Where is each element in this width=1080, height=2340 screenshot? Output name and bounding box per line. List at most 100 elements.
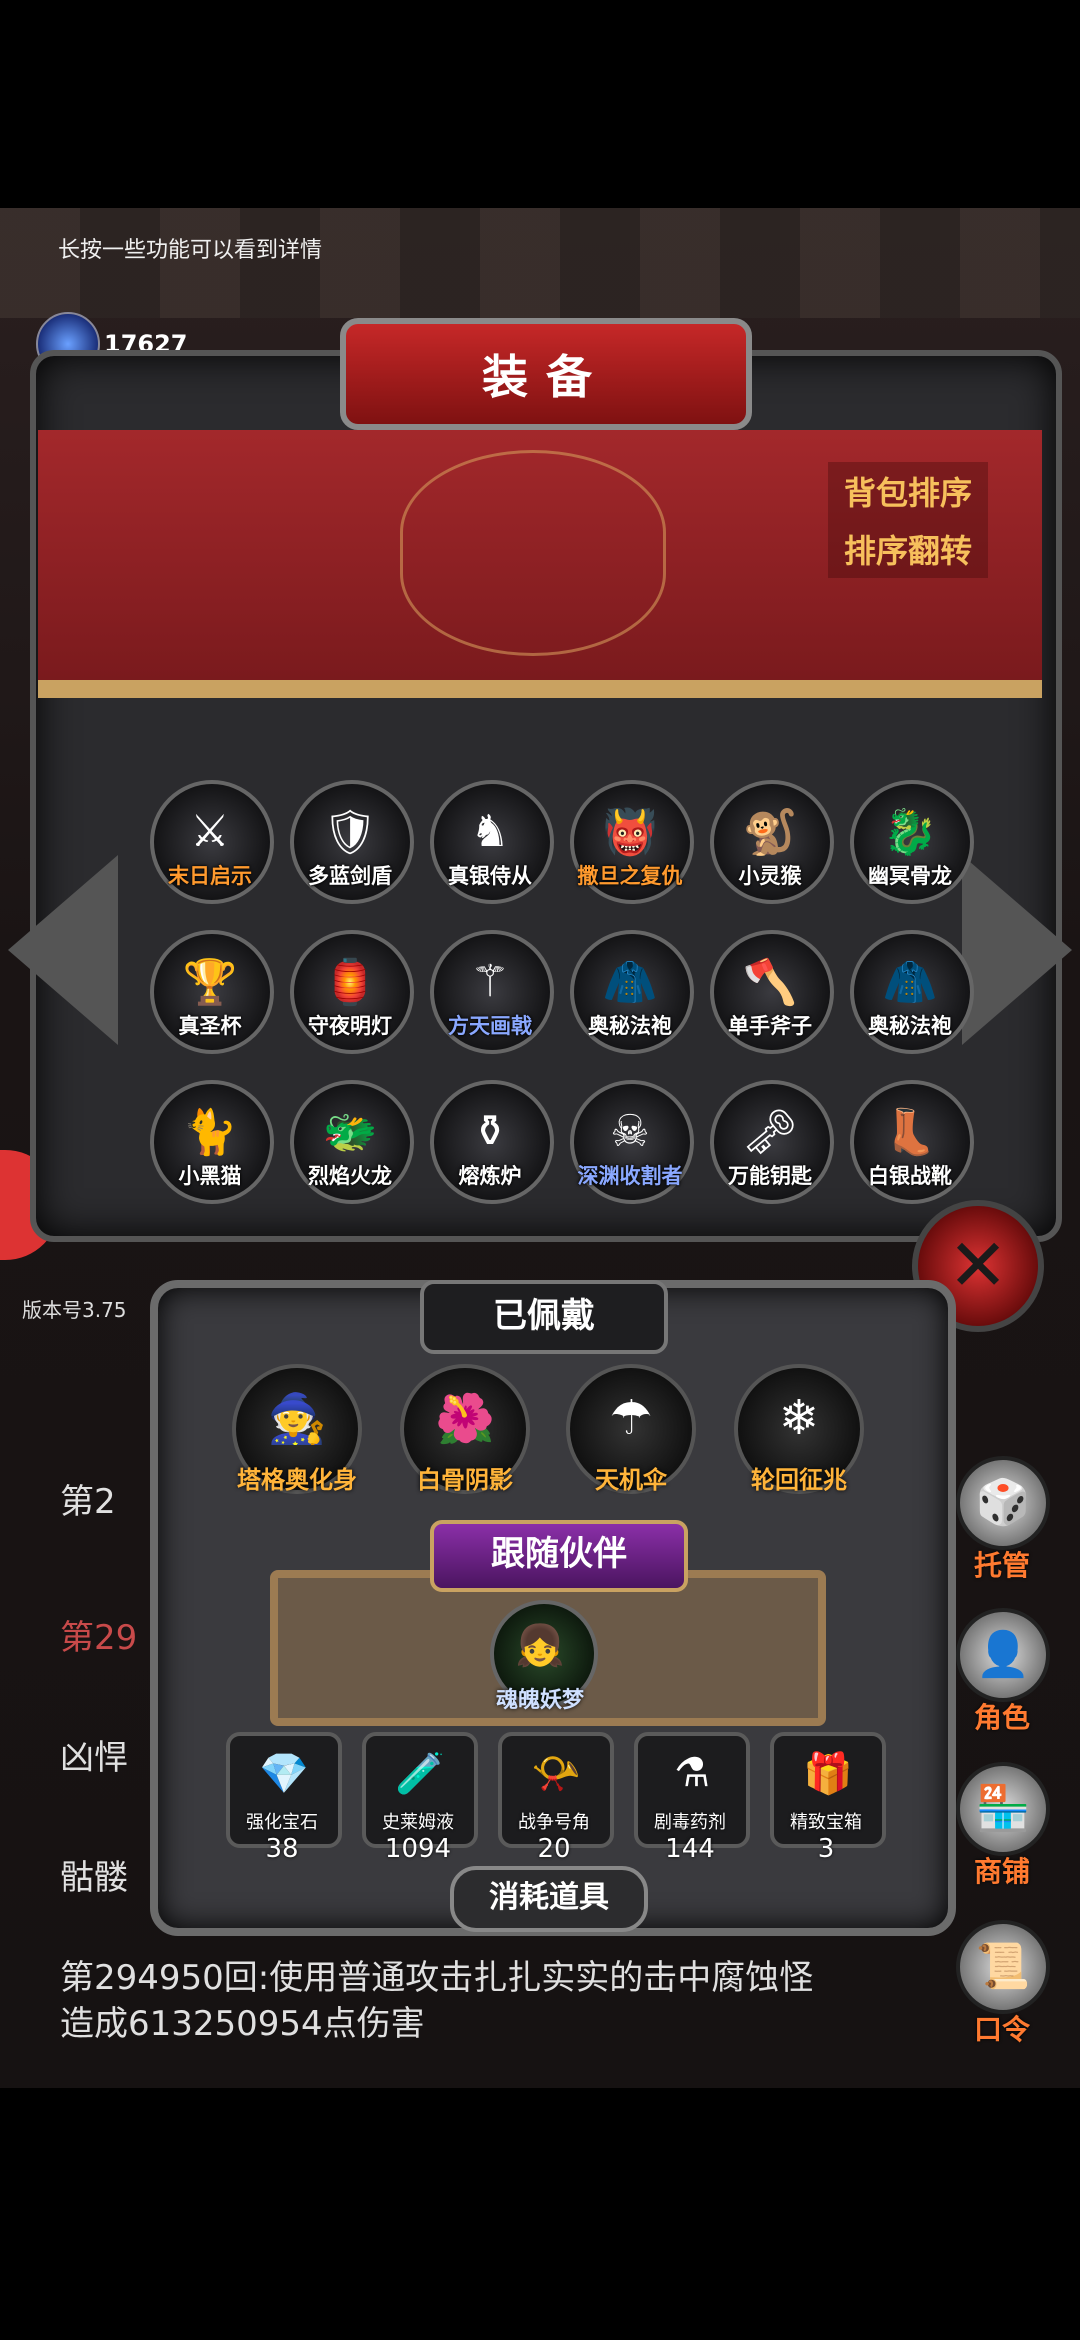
lantern-icon: 🏮 — [322, 957, 378, 1008]
item-slot[interactable]: 🐒 小灵猴 — [700, 780, 840, 920]
log-line: 第294950回:使用普通攻击扎扎实实的击中腐蚀怪 — [60, 1958, 814, 1998]
item-slot[interactable]: 👢 白银战靴 — [840, 1080, 980, 1220]
consumable-slot[interactable]: 📯 战争号角 20 — [494, 1732, 614, 1882]
horn-icon: 📯 — [531, 1751, 581, 1797]
item-label: 单手斧子 — [728, 1014, 812, 1038]
log-line: 骷髅 — [60, 1858, 128, 1898]
item-label: 白银战靴 — [868, 1164, 952, 1188]
hint-text: 长按一些功能可以看到详情 — [58, 238, 323, 263]
item-label: 多蓝剑盾 — [308, 864, 392, 888]
boots-icon: 👢 — [882, 1107, 938, 1158]
equipped-label: 白骨阴影 — [417, 1466, 513, 1494]
companion-icon: 👧 — [515, 1623, 565, 1669]
monkey-icon: 🐒 — [742, 807, 798, 858]
follow-title: 跟随伙伴 — [430, 1520, 688, 1592]
item-slot[interactable]: 👹 撒旦之复仇 — [560, 780, 700, 920]
equipped-slot[interactable]: ❄ 轮回征兆 — [734, 1364, 864, 1494]
shield-icon: 🛡 — [322, 807, 378, 858]
consumable-label: 史莱姆液 — [382, 1812, 454, 1833]
item-label: 烈焰火龙 — [308, 1164, 392, 1188]
menu-label: 商铺 — [973, 1855, 1030, 1888]
sort-bag-button[interactable]: 背包排序 — [828, 462, 989, 520]
halberd-icon: ⚔ — [190, 806, 230, 857]
equipped-slot[interactable]: 🌺 白骨阴影 — [400, 1364, 530, 1494]
item-slot[interactable]: 🗝 万能钥匙 — [700, 1080, 840, 1220]
item-slot[interactable]: 🪓 单手斧子 — [700, 930, 840, 1070]
consumable-slot[interactable]: 🧪 史莱姆液 1094 — [358, 1732, 478, 1882]
item-slot[interactable]: ⚔ 末日启示 — [140, 780, 280, 920]
menu-button-dice[interactable]: 🎲 托管 — [952, 1456, 1062, 1606]
log-line: 第2 — [60, 1482, 116, 1522]
menu-button-character[interactable]: 👤 角色 — [952, 1608, 1062, 1758]
avatar-icon: 🧙 — [267, 1391, 327, 1447]
equipped-slot[interactable]: ☂ 天机伞 — [566, 1364, 696, 1494]
umbrella-icon: ☂ — [609, 1390, 653, 1446]
robe-icon: 🧥 — [882, 957, 938, 1008]
reaper-icon: ☠ — [610, 1106, 650, 1157]
crossed-swords-emblem — [400, 450, 666, 656]
flip-sort-button[interactable]: 排序翻转 — [828, 520, 989, 578]
item-slot[interactable]: 🧥 奥秘法袍 — [840, 930, 980, 1070]
furnace-icon: ⚱ — [471, 1106, 509, 1157]
item-label: 方天画戟 — [448, 1014, 532, 1038]
item-slot[interactable]: 🐈 小黑猫 — [140, 1080, 280, 1220]
menu-button-shop[interactable]: 🏪 商铺 — [952, 1762, 1062, 1912]
panel-title: 装备 — [340, 318, 752, 430]
consumable-label: 战争号角 — [518, 1812, 590, 1833]
item-slot[interactable]: 🏆 真圣杯 — [140, 930, 280, 1070]
item-label: 守夜明灯 — [308, 1014, 392, 1038]
item-label: 撒旦之复仇 — [577, 864, 683, 888]
consumable-slot[interactable]: ⚗ 剧毒药剂 144 — [630, 1732, 750, 1882]
equipped-label: 轮回征兆 — [751, 1466, 847, 1494]
menu-label: 角色 — [973, 1701, 1030, 1734]
character-icon: 👤 — [956, 1608, 1050, 1702]
item-slot[interactable]: 🐉 幽冥骨龙 — [840, 780, 980, 920]
item-slot[interactable]: ⚚ 方天画戟 — [420, 930, 560, 1070]
item-slot[interactable]: 🐲 烈焰火龙 — [280, 1080, 420, 1220]
consumable-slot[interactable]: 💎 强化宝石 38 — [222, 1732, 342, 1882]
item-slot[interactable]: 🧥 奥秘法袍 — [560, 930, 700, 1070]
menu-button-scroll[interactable]: 📜 口令 — [952, 1920, 1062, 2070]
dice-icon: 🎲 — [956, 1456, 1050, 1550]
item-label: 真圣杯 — [178, 1014, 242, 1038]
item-slot[interactable]: 🛡 多蓝剑盾 — [280, 780, 420, 920]
item-slot[interactable]: 🏮 守夜明灯 — [280, 930, 420, 1070]
item-label: 熔炼炉 — [458, 1164, 522, 1188]
demon-icon: 👹 — [602, 807, 658, 858]
item-label: 末日启示 — [168, 864, 252, 888]
scroll-icon: 📜 — [956, 1920, 1050, 2014]
log-line: 凶悍 — [60, 1738, 128, 1778]
ice-staff-icon: ❄ — [778, 1390, 820, 1446]
item-label: 幽冥骨龙 — [868, 864, 952, 888]
equipped-label: 天机伞 — [595, 1466, 667, 1494]
consumable-label: 强化宝石 — [246, 1812, 318, 1833]
item-slot[interactable]: ☠ 深渊收割者 — [560, 1080, 700, 1220]
item-label: 奥秘法袍 — [588, 1014, 672, 1038]
consumable-count: 38 — [265, 1834, 299, 1864]
version-label: 版本号3.75 — [22, 1298, 127, 1322]
item-label: 奥秘法袍 — [868, 1014, 952, 1038]
item-slot[interactable]: ⚱ 熔炼炉 — [420, 1080, 560, 1220]
equipped-title: 已佩戴 — [420, 1280, 668, 1354]
consumable-label: 精致宝箱 — [790, 1812, 862, 1833]
item-label: 小黑猫 — [178, 1164, 242, 1188]
fire-dragon-icon: 🐲 — [322, 1107, 378, 1158]
log-line: 第29 — [60, 1618, 138, 1658]
robe-icon: 🧥 — [602, 957, 658, 1008]
chest-icon: 🎁 — [803, 1751, 853, 1797]
spear-icon: ⚚ — [470, 956, 510, 1007]
bone-dragon-icon: 🐉 — [882, 807, 938, 858]
equipped-label: 塔格奥化身 — [237, 1466, 357, 1494]
consumable-label: 剧毒药剂 — [654, 1812, 726, 1833]
consumable-count: 3 — [817, 1834, 835, 1864]
item-slot[interactable]: ♞ 真银侍从 — [420, 780, 560, 920]
menu-label: 托管 — [973, 1549, 1030, 1582]
item-label: 小灵猴 — [738, 864, 802, 888]
consumable-count: 20 — [537, 1834, 571, 1864]
consumable-count: 144 — [665, 1834, 715, 1864]
consumable-slot[interactable]: 🎁 精致宝箱 3 — [766, 1732, 886, 1882]
item-label: 万能钥匙 — [728, 1164, 812, 1188]
companion-slot[interactable]: 👧 魂魄妖梦 — [480, 1600, 600, 1720]
equipped-slot[interactable]: 🧙 塔格奥化身 — [232, 1364, 362, 1494]
item-label: 真银侍从 — [448, 864, 532, 888]
